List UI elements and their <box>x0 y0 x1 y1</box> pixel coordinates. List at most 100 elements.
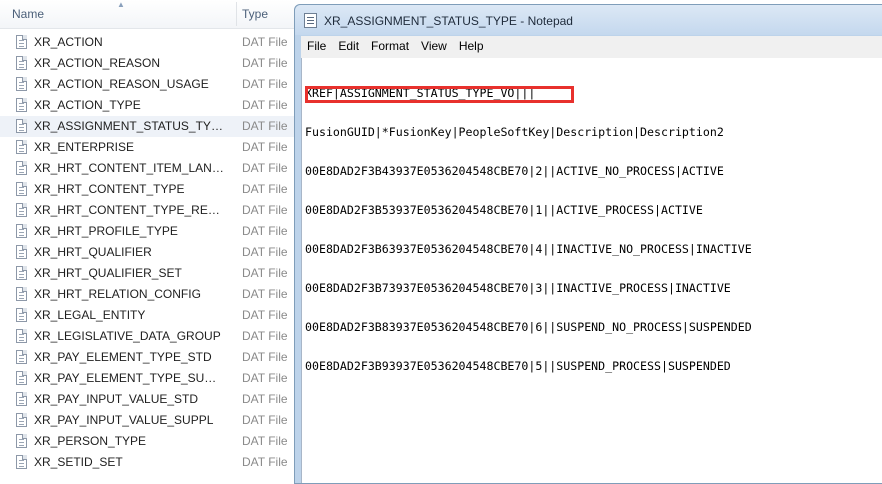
document-icon <box>16 161 27 175</box>
text-line: 00E8DAD2F3B93937E0536204548CBE70|5||SUSP… <box>305 359 731 373</box>
file-row[interactable]: XR_PAY_ELEMENT_TYPE_STD DAT File <box>0 347 300 368</box>
file-row[interactable]: XR_LEGAL_ENTITY DAT File <box>0 305 300 326</box>
document-icon <box>16 329 27 343</box>
file-name: XR_PAY_INPUT_VALUE_STD <box>34 392 199 406</box>
file-type: DAT File <box>242 98 288 112</box>
document-icon <box>16 35 27 49</box>
file-name: XR_PAY_ELEMENT_TYPE_STD <box>34 350 212 364</box>
file-row[interactable]: XR_PAY_ELEMENT_TYPE_SUPPL DAT File <box>0 368 300 389</box>
file-row[interactable]: XR_ACTION DAT File <box>0 32 300 53</box>
text-line: XREF|ASSIGNMENT_STATUS_TYPE_VO||| <box>305 86 536 100</box>
file-name: XR_ACTION_REASON <box>34 56 161 70</box>
file-name: XR_PAY_INPUT_VALUE_SUPPL <box>34 413 214 427</box>
file-name: XR_HRT_QUALIFIER <box>34 245 152 259</box>
file-row[interactable]: XR_HRT_PROFILE_TYPE DAT File <box>0 221 300 242</box>
document-icon <box>16 266 27 280</box>
file-row[interactable]: XR_ENTERPRISE DAT File <box>0 137 300 158</box>
file-type: DAT File <box>242 371 288 385</box>
file-type: DAT File <box>242 224 288 238</box>
document-icon <box>16 224 27 238</box>
file-name: XR_HRT_PROFILE_TYPE <box>34 224 178 238</box>
file-name: XR_LEGISLATIVE_DATA_GROUP <box>34 329 221 343</box>
document-text[interactable]: XREF|ASSIGNMENT_STATUS_TYPE_VO||| Fusion… <box>305 61 752 412</box>
file-name: XR_ENTERPRISE <box>34 140 135 154</box>
notepad-title-bar[interactable]: XR_ASSIGNMENT_STATUS_TYPE - Notepad <box>295 5 882 35</box>
document-icon <box>16 434 27 448</box>
file-row[interactable]: XR_SETID_SET DAT File <box>0 452 300 473</box>
file-row[interactable]: XR_ACTION_REASON_USAGE DAT File <box>0 74 300 95</box>
file-type: DAT File <box>242 203 288 217</box>
notepad-icon <box>304 13 317 28</box>
file-type: DAT File <box>242 350 288 364</box>
file-type: DAT File <box>242 182 288 196</box>
document-icon <box>16 77 27 91</box>
file-type: DAT File <box>242 140 288 154</box>
file-name: XR_ACTION_REASON_USAGE <box>34 77 209 91</box>
file-type: DAT File <box>242 455 288 469</box>
file-name: XR_ACTION_TYPE <box>34 98 141 112</box>
text-editor-area[interactable]: XREF|ASSIGNMENT_STATUS_TYPE_VO||| Fusion… <box>301 58 882 483</box>
file-row[interactable]: XR_HRT_CONTENT_ITEM_LANGU... DAT File <box>0 158 300 179</box>
menu-help[interactable]: Help <box>453 36 490 53</box>
file-name: XR_PERSON_TYPE <box>34 434 147 448</box>
file-row[interactable]: XR_HRT_CONTENT_TYPE DAT File <box>0 179 300 200</box>
menu-file[interactable]: File <box>301 36 332 53</box>
file-type: DAT File <box>242 161 288 175</box>
file-type: DAT File <box>242 392 288 406</box>
file-name: XR_PAY_ELEMENT_TYPE_SUPPL <box>34 371 224 385</box>
file-type: DAT File <box>242 119 288 133</box>
text-line: FusionGUID|*FusionKey|PeopleSoftKey|Desc… <box>305 125 724 139</box>
file-row[interactable]: XR_PERSON_TYPE DAT File <box>0 431 300 452</box>
document-icon <box>16 308 27 322</box>
file-type: DAT File <box>242 308 288 322</box>
file-type: DAT File <box>242 329 288 343</box>
file-type: DAT File <box>242 434 288 448</box>
column-header-bar: ▲ Name Type <box>0 0 300 29</box>
file-name: XR_HRT_CONTENT_ITEM_LANGU... <box>34 161 224 175</box>
file-row[interactable]: XR_ASSIGNMENT_STATUS_TYPE DAT File <box>0 116 300 137</box>
document-icon <box>16 182 27 196</box>
document-icon <box>16 140 27 154</box>
file-name: XR_ACTION <box>34 35 103 49</box>
file-type: DAT File <box>242 266 288 280</box>
document-icon <box>16 413 27 427</box>
notepad-window: XR_ASSIGNMENT_STATUS_TYPE - Notepad File… <box>294 4 882 484</box>
file-row[interactable]: XR_ACTION_REASON DAT File <box>0 53 300 74</box>
document-icon <box>16 392 27 406</box>
column-header-name[interactable]: Name <box>12 7 44 21</box>
file-row[interactable]: XR_ACTION_TYPE DAT File <box>0 95 300 116</box>
file-row[interactable]: XR_HRT_QUALIFIER DAT File <box>0 242 300 263</box>
menu-format[interactable]: Format <box>365 36 415 53</box>
window-title: XR_ASSIGNMENT_STATUS_TYPE - Notepad <box>324 14 573 28</box>
file-name: XR_HRT_CONTENT_TYPE_RELAT <box>34 203 224 217</box>
file-type: DAT File <box>242 77 288 91</box>
file-row[interactable]: XR_HRT_QUALIFIER_SET DAT File <box>0 263 300 284</box>
text-line: 00E8DAD2F3B83937E0536204548CBE70|6||SUSP… <box>305 320 752 334</box>
file-name: XR_LEGAL_ENTITY <box>34 308 146 322</box>
file-row[interactable]: XR_PAY_INPUT_VALUE_STD DAT File <box>0 389 300 410</box>
file-name: XR_SETID_SET <box>34 455 123 469</box>
file-type: DAT File <box>242 287 288 301</box>
file-name: XR_HRT_CONTENT_TYPE <box>34 182 185 196</box>
file-row[interactable]: XR_PAY_INPUT_VALUE_SUPPL DAT File <box>0 410 300 431</box>
text-line: 00E8DAD2F3B73937E0536204548CBE70|3||INAC… <box>305 281 731 295</box>
column-divider[interactable] <box>236 2 237 26</box>
text-line: 00E8DAD2F3B43937E0536204548CBE70|2||ACTI… <box>305 164 724 178</box>
document-icon <box>16 203 27 217</box>
file-name: XR_HRT_RELATION_CONFIG <box>34 287 201 301</box>
document-icon <box>16 245 27 259</box>
document-icon <box>16 371 27 385</box>
text-line: 00E8DAD2F3B53937E0536204548CBE70|1||ACTI… <box>305 203 703 217</box>
file-type: DAT File <box>242 245 288 259</box>
file-row[interactable]: XR_HRT_RELATION_CONFIG DAT File <box>0 284 300 305</box>
file-list: XR_ACTION DAT File XR_ACTION_REASON DAT Fil… <box>0 32 300 473</box>
file-row[interactable]: XR_LEGISLATIVE_DATA_GROUP DAT File <box>0 326 300 347</box>
file-explorer: ▲ Name Type XR_ACTION DAT File XR_ACTION_R… <box>0 0 300 478</box>
menu-bar: File Edit Format View Help <box>301 36 882 59</box>
text-line: 00E8DAD2F3B63937E0536204548CBE70|4||INAC… <box>305 242 752 256</box>
menu-view[interactable]: View <box>415 36 453 53</box>
column-header-type[interactable]: Type <box>242 7 268 21</box>
file-name: XR_HRT_QUALIFIER_SET <box>34 266 182 280</box>
file-row[interactable]: XR_HRT_CONTENT_TYPE_RELAT DAT File <box>0 200 300 221</box>
menu-edit[interactable]: Edit <box>332 36 365 53</box>
